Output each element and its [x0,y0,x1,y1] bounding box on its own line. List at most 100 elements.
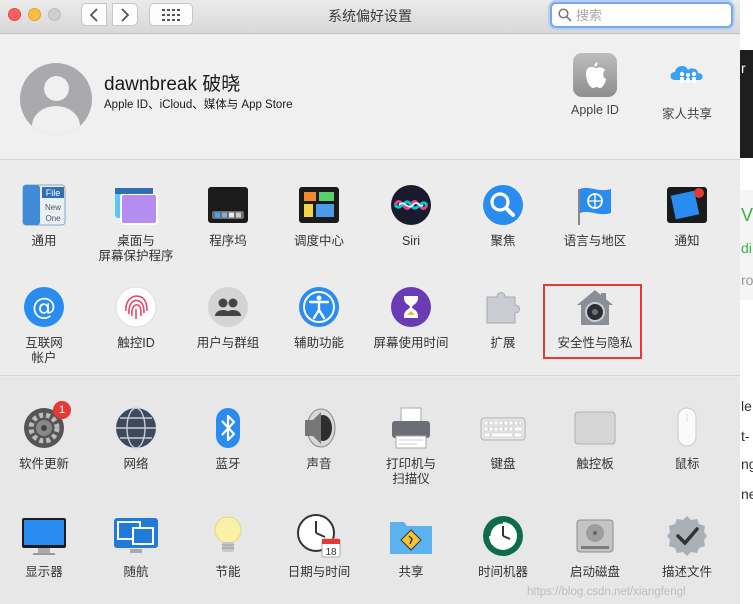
close-window-button[interactable] [8,8,21,21]
pane-label: 启动磁盘 [569,565,620,579]
user-subtitle: Apple ID、iCloud、媒体与 App Store [104,99,293,111]
minimize-window-button[interactable] [28,8,41,21]
pane-displays[interactable]: 显示器 [0,513,90,580]
time-machine-icon [480,513,526,559]
pane-touch-id[interactable]: 触控ID [90,284,182,351]
apple-id-label: Apple ID [571,103,619,117]
bluetooth-icon [205,405,251,451]
pane-startup-disk[interactable]: 启动磁盘 [549,513,641,580]
system-preferences-window: 系统偏好设置 dawnbreak 破晓 Apple ID、iCloud、媒体与 … [0,0,740,604]
pane-date-time[interactable]: 18 日期与时间 [273,513,365,580]
puzzle-icon [480,284,526,330]
search-input[interactable] [576,7,726,23]
apple-id-pane[interactable]: Apple ID [555,53,635,117]
pane-keyboard[interactable]: 键盘 [457,405,549,472]
pane-sidecar[interactable]: 随航 [90,513,182,580]
pane-sharing[interactable]: 共享 [365,513,457,580]
pane-label: 打印机与 扫描仪 [385,457,436,486]
background-glyph: ne [741,486,753,502]
zoom-window-button[interactable] [48,8,61,21]
background-glyph: ng [741,456,753,472]
background-dark-panel: r [740,50,753,158]
pane-dock[interactable]: 程序坞 [182,182,274,249]
watermark: https://blog.csdn.net/xiangfengl [527,586,686,598]
pane-users-groups[interactable]: 用户与群组 [182,284,274,351]
pane-sound[interactable]: 声音 [273,405,365,472]
pane-printers-scanners[interactable]: 打印机与 扫描仪 [365,405,457,487]
chevron-right-icon [121,7,130,22]
search-field[interactable] [550,2,733,28]
pane-label: 随航 [123,565,149,579]
pane-accessibility[interactable]: 辅助功能 [273,284,365,351]
pane-label: 互联网 帐户 [25,336,63,365]
users-icon [205,284,251,330]
pane-extensions[interactable]: 扩展 [457,284,549,351]
at-sign-icon: @ [21,284,67,330]
pane-label: 桌面与 屏幕保护程序 [98,234,174,263]
pane-siri[interactable]: Siri [365,182,457,249]
pane-label: 蓝牙 [215,457,241,471]
apple-logo-icon [573,53,617,97]
pane-label: 语言与地区 [563,234,627,248]
notifications-icon [664,182,710,228]
pane-label: 通用 [31,234,57,248]
printer-icon [388,405,434,451]
sidecar-icon [113,513,159,559]
account-header: dawnbreak 破晓 Apple ID、iCloud、媒体与 App Sto… [0,35,740,160]
pane-spotlight[interactable]: 聚焦 [457,182,549,249]
checkmark-badge-icon [664,513,710,559]
pane-label: 程序坞 [209,234,247,248]
search-icon [558,8,572,22]
pane-mission-control[interactable]: 调度中心 [273,182,365,249]
pane-desktop-screensaver[interactable]: 桌面与 屏幕保护程序 [90,182,182,264]
show-all-button[interactable] [149,3,193,26]
pane-energy-saver[interactable]: 节能 [182,513,274,580]
back-button[interactable] [81,3,107,26]
pane-label: 用户与群组 [196,336,260,350]
pane-label: 键盘 [490,457,516,471]
siri-icon [388,182,434,228]
family-sharing-pane[interactable]: 家人共享 [647,53,727,122]
window-title: 系统偏好设置 [328,8,412,24]
pane-profiles[interactable]: 描述文件 [641,513,733,580]
desktop-screensaver-icon [113,182,159,228]
pane-label: 描述文件 [661,565,712,579]
pane-label: 扩展 [490,336,516,350]
clock-calendar-icon: 18 [296,513,342,559]
pane-label: 日期与时间 [287,565,351,579]
pane-label: 显示器 [25,565,63,579]
pane-time-machine[interactable]: 时间机器 [457,513,549,580]
pane-network[interactable]: 网络 [90,405,182,472]
globe-icon [113,405,159,451]
calendar-day-text: 18 [325,547,337,558]
pane-label: 聚焦 [490,234,516,248]
pane-general[interactable]: File New One 通用 [0,182,90,249]
pane-bluetooth[interactable]: 蓝牙 [182,405,274,472]
update-badge: 1 [53,401,71,419]
family-sharing-icon [665,53,709,97]
pane-screen-time[interactable]: 屏幕使用时间 [365,284,457,351]
pane-label: 共享 [398,565,424,579]
pane-mouse[interactable]: 鼠标 [641,405,733,472]
background-glyph: le [741,398,752,414]
speaker-icon [296,405,342,451]
pane-label: 时间机器 [477,565,528,579]
language-region-icon [572,182,618,228]
accessibility-icon [296,284,342,330]
title-bar: 系统偏好设置 [0,0,740,34]
pane-label: 辅助功能 [293,336,344,350]
forward-button[interactable] [112,3,138,26]
svg-text:@: @ [32,293,56,321]
pane-label: 软件更新 [18,457,69,471]
pane-trackpad[interactable]: 触控板 [549,405,641,472]
avatar[interactable] [20,63,92,135]
trackpad-icon [572,405,618,451]
pane-internet-accounts[interactable]: @ 互联网 帐户 [0,284,90,366]
pane-language-region[interactable]: 语言与地区 [549,182,641,249]
general-icon: File New One [21,182,67,228]
pane-notifications[interactable]: 通知 [641,182,733,249]
hardware-preferences-section: 1 软件更新 网络 蓝牙 声音 打印机与 扫描仪 键盘 触控板 鼠标 显示器 随… [0,377,740,604]
pane-software-update[interactable]: 1 软件更新 [0,401,90,472]
general-icon-one-text: One [45,214,61,223]
spotlight-icon [480,182,526,228]
